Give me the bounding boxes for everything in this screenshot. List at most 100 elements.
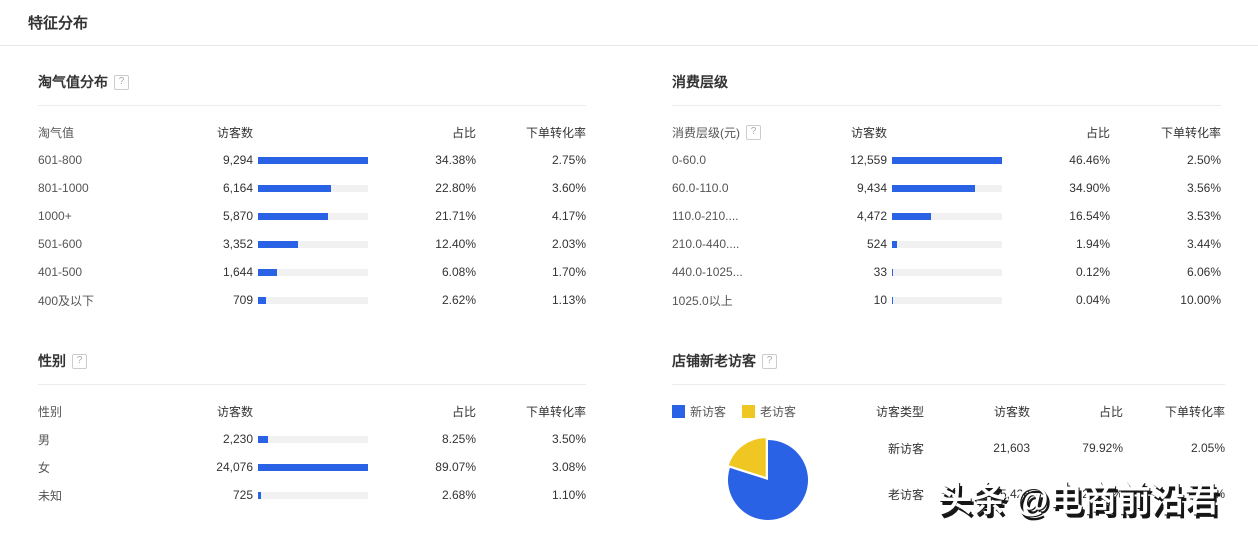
legend-swatch-new xyxy=(672,405,685,418)
visitor-count: 21,603 xyxy=(924,441,1030,455)
row-label: 1000+ xyxy=(38,209,188,223)
legend-swatch-old xyxy=(742,405,755,418)
visitor-count: 9,434 xyxy=(822,181,887,195)
visitors-bar-cell xyxy=(892,213,1002,220)
col-header-conversion: 下单转化率 xyxy=(476,124,586,141)
table-row: 110.0-210....4,47216.54%3.53% xyxy=(672,202,1221,230)
visitor-count: 24,076 xyxy=(188,460,253,474)
table-row: 801-10006,164 22.80%3.60% xyxy=(38,174,586,202)
col-header-share: 占比 xyxy=(1002,124,1110,141)
visitor-count: 6,164 xyxy=(188,181,253,195)
panel-divider xyxy=(38,105,586,106)
visitors-bar-cell xyxy=(892,157,1002,164)
visitor-type: 新访客 xyxy=(850,440,924,457)
table-row: 210.0-440....5241.94%3.44% xyxy=(672,230,1221,258)
legend-new-visitors[interactable]: 新访客 xyxy=(672,403,726,420)
bar-track xyxy=(892,241,1002,248)
col-header-conversion: 下单转化率 xyxy=(476,403,586,420)
row-label: 601-800 xyxy=(38,153,188,167)
help-icon[interactable]: ? xyxy=(72,354,87,369)
table-row: 401-5001,6446.08%1.70% xyxy=(38,258,586,286)
conversion-value: 1.13% xyxy=(476,293,586,307)
visitor-count: 5,870 xyxy=(188,209,253,223)
visitors-bar-cell xyxy=(258,241,368,248)
bar-track xyxy=(892,185,1002,192)
visitor-type: 老访客 xyxy=(850,486,924,503)
col-header-share: 占比 xyxy=(368,403,476,420)
conversion-value: 4.17% xyxy=(476,209,586,223)
visitors-bar-cell xyxy=(892,241,1002,248)
row-label: 男 xyxy=(38,431,188,448)
row-label: 440.0-1025... xyxy=(672,265,822,279)
visitors-bar-cell xyxy=(258,269,368,276)
share-value: 89.07% xyxy=(368,460,476,474)
conversion-value: 2.75% xyxy=(476,153,586,167)
bar-fill xyxy=(892,157,1002,164)
visitor-count: 725 xyxy=(188,488,253,502)
col-header-visitors: 访客数 xyxy=(188,124,253,141)
visitors-bar-cell xyxy=(892,297,1002,304)
legend-label: 老访客 xyxy=(760,403,796,420)
row-label: 女 xyxy=(38,459,188,476)
table-row: 男2,2308.25%3.50% xyxy=(38,425,586,453)
conversion-value: 6.06% xyxy=(1110,265,1221,279)
col-header-share: 占比 xyxy=(1030,403,1123,420)
col-header-conversion: 下单转化率 xyxy=(1110,124,1221,141)
visitor-count: 2,230 xyxy=(188,432,253,446)
watermark: 头条 @电商前沿君 xyxy=(938,472,1219,521)
col-header-label: 消费层级(元) ? xyxy=(672,124,822,141)
bar-track xyxy=(892,157,1002,164)
visitor-count: 709 xyxy=(188,293,253,307)
panel-consumption-level: 消费层级 消费层级(元) ? 访客数 占比 下单转化率 0-60.012,559… xyxy=(672,72,1221,314)
bar-fill xyxy=(258,241,298,248)
conversion-value: 1.10% xyxy=(476,488,586,502)
col-header-conversion: 下单转化率 xyxy=(1123,403,1225,420)
col-header-label: 淘气值 xyxy=(38,124,188,141)
bar-fill xyxy=(892,213,931,220)
bar-track xyxy=(258,157,368,164)
panel-title: 店铺新老访客 xyxy=(672,351,756,371)
conversion-value: 3.60% xyxy=(476,181,586,195)
table-row: 1025.0以上100.04%10.00% xyxy=(672,286,1221,314)
conversion-value: 3.56% xyxy=(1110,181,1221,195)
bar-fill xyxy=(258,436,268,443)
share-value: 2.62% xyxy=(368,293,476,307)
row-label: 210.0-440.... xyxy=(672,237,822,251)
help-icon[interactable]: ? xyxy=(114,75,129,90)
row-label: 400及以下 xyxy=(38,292,188,309)
legend-old-visitors[interactable]: 老访客 xyxy=(742,403,796,420)
legend-label: 新访客 xyxy=(690,403,726,420)
bar-track xyxy=(258,436,368,443)
pie-legend: 新访客 老访客 xyxy=(672,397,850,425)
bar-track xyxy=(258,241,368,248)
conversion-value: 3.44% xyxy=(1110,237,1221,251)
bar-track xyxy=(892,269,1002,276)
col-header-label: 性别 xyxy=(38,403,188,420)
visitor-count: 33 xyxy=(822,265,887,279)
row-label: 未知 xyxy=(38,487,188,504)
help-icon[interactable]: ? xyxy=(762,354,777,369)
row-label: 60.0-110.0 xyxy=(672,181,822,195)
row-label: 801-1000 xyxy=(38,181,188,195)
row-label: 0-60.0 xyxy=(672,153,822,167)
table-row: 601-8009,29434.38%2.75% xyxy=(38,146,586,174)
bar-track xyxy=(892,297,1002,304)
table-row: 440.0-1025...330.12%6.06% xyxy=(672,258,1221,286)
visitors-bar-cell xyxy=(258,157,368,164)
bar-fill xyxy=(258,464,368,471)
share-value: 22.80% xyxy=(368,181,476,195)
share-value: 46.46% xyxy=(1002,153,1110,167)
share-value: 1.94% xyxy=(1002,237,1110,251)
share-value: 6.08% xyxy=(368,265,476,279)
table-row: 1000+5,87021.71%4.17% xyxy=(38,202,586,230)
conversion-value: 2.03% xyxy=(476,237,586,251)
help-icon[interactable]: ? xyxy=(746,125,761,140)
visitors-bar-cell xyxy=(892,185,1002,192)
bar-fill xyxy=(258,269,277,276)
panel-divider xyxy=(38,384,586,385)
panel-taoqi-distribution: 淘气值分布 ? 淘气值 访客数 占比 下单转化率 601-8009,29434.… xyxy=(38,72,586,314)
conversion-value: 1.70% xyxy=(476,265,586,279)
pie-chart xyxy=(726,438,810,522)
col-header-label-text: 消费层级(元) xyxy=(672,124,740,141)
bar-fill xyxy=(258,157,368,164)
